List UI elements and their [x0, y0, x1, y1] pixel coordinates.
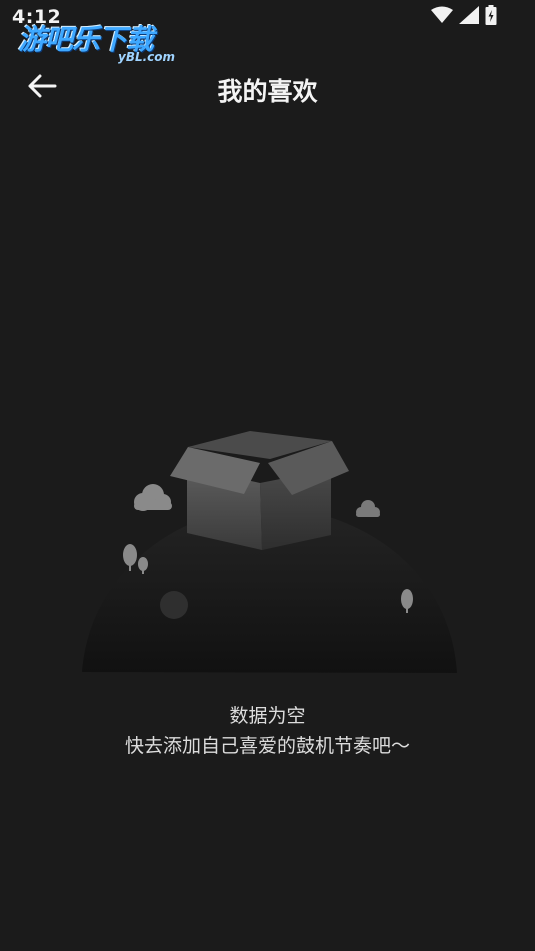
wifi-icon: [431, 6, 453, 28]
app-header: 我的喜欢: [0, 60, 535, 116]
page-title: 我的喜欢: [217, 77, 318, 106]
status-icons: [431, 5, 497, 29]
signal-icon: [459, 6, 479, 28]
empty-state-illustration: [70, 415, 470, 685]
empty-state-message: 数据为空 快去添加自己喜爱的鼓机节奏吧～: [0, 701, 535, 761]
empty-state-title: 数据为空: [229, 705, 306, 727]
empty-state-subtitle: 快去添加自己喜爱的鼓机节奏吧～: [124, 735, 410, 757]
battery-icon: [485, 5, 497, 29]
watermark-logo: 游吧乐下载 yBL.com: [18, 18, 188, 66]
